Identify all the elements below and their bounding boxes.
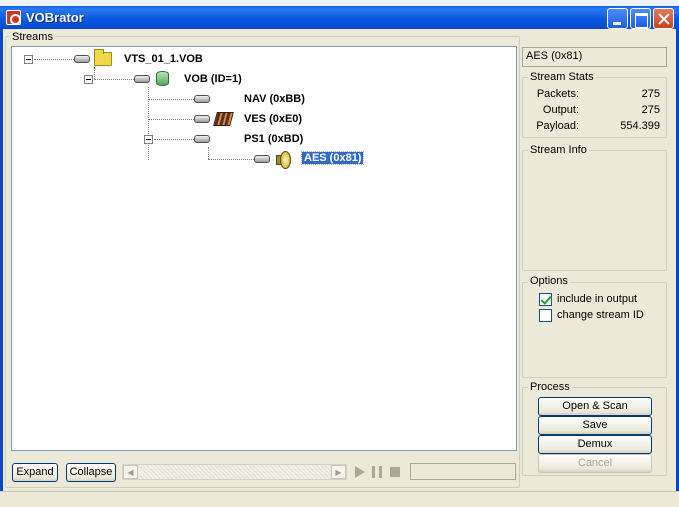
payload-value: 554.399 [620, 120, 660, 132]
output-label: Output: [542, 104, 579, 116]
change-stream-id-label[interactable]: change stream ID [557, 309, 644, 321]
tree-line [208, 159, 254, 160]
include-in-output-checkbox[interactable] [539, 293, 552, 306]
stream-tree[interactable]: VTS_01_1.VOB VOB (ID=1) NAV (0xBB) VES (… [11, 46, 517, 451]
collapse-toggle[interactable] [24, 55, 33, 64]
minimize-button[interactable] [607, 8, 628, 29]
tree-line [94, 67, 95, 79]
payload-label: Payload: [536, 120, 579, 132]
tree-node-ves[interactable]: VES (0xE0) [244, 113, 302, 125]
close-button[interactable] [653, 8, 674, 29]
tree-node-nav[interactable]: NAV (0xBB) [244, 93, 305, 105]
node-connector-icon [194, 135, 210, 143]
maximize-button[interactable] [630, 8, 651, 29]
stream-info-group [522, 150, 667, 271]
cancel-button[interactable]: Cancel [538, 454, 652, 473]
scroll-left-icon[interactable]: ◀ [123, 465, 138, 479]
vobrator-window: VOBrator Streams VTS_01_1.VOB VOB (ID=1)… [0, 0, 679, 507]
tree-line [148, 87, 149, 160]
position-scrollbar[interactable]: ◀ ▶ [122, 464, 347, 480]
window-left-border [0, 29, 3, 507]
tree-node-aes-selected[interactable]: AES (0x81) [300, 151, 365, 165]
stream-stats-label: Stream Stats [528, 71, 596, 83]
change-stream-id-checkbox[interactable] [539, 309, 552, 322]
node-connector-icon [74, 55, 90, 63]
tree-node-vob-file[interactable]: VTS_01_1.VOB [124, 53, 203, 65]
tree-line [148, 99, 194, 100]
output-value: 275 [641, 104, 660, 116]
node-connector-icon [254, 155, 270, 163]
collapse-toggle[interactable] [144, 135, 153, 144]
stop-icon[interactable] [390, 467, 400, 477]
node-connector-icon [134, 75, 150, 83]
packets-label: Packets: [536, 88, 579, 100]
options-label: Options [528, 275, 570, 287]
title-bar[interactable]: VOBrator [0, 6, 679, 29]
stream-info-label: Stream Info [528, 144, 589, 156]
demux-button[interactable]: Demux [538, 435, 652, 454]
tree-node-ps1[interactable]: PS1 (0xBD) [244, 133, 303, 145]
collapse-button[interactable]: Collapse [66, 463, 116, 482]
node-connector-icon [194, 95, 210, 103]
play-icon[interactable] [355, 466, 365, 478]
tree-line [208, 147, 209, 159]
progress-bar [410, 463, 516, 480]
expand-button[interactable]: Expand [12, 463, 58, 482]
packets-value: 275 [641, 88, 660, 100]
node-connector-icon [194, 115, 210, 123]
tree-line [154, 139, 194, 140]
open-scan-button[interactable]: Open & Scan [538, 397, 652, 416]
save-button[interactable]: Save [538, 416, 652, 435]
selected-stream-name: AES (0x81) [522, 47, 667, 67]
scroll-right-icon[interactable]: ▶ [331, 465, 346, 479]
window-title: VOBrator [26, 10, 84, 25]
pause-icon[interactable] [372, 466, 382, 478]
speaker-icon [276, 151, 291, 169]
collapse-toggle[interactable] [84, 75, 93, 84]
status-bar [0, 491, 679, 507]
include-in-output-label[interactable]: include in output [557, 293, 637, 305]
tree-line [148, 119, 194, 120]
app-icon [6, 10, 21, 25]
tree-node-vob-id[interactable]: VOB (ID=1) [184, 73, 242, 85]
process-label: Process [528, 381, 572, 393]
streams-group-label: Streams [10, 31, 55, 43]
film-icon [213, 112, 234, 126]
folder-icon [94, 49, 112, 66]
database-icon [156, 71, 169, 86]
